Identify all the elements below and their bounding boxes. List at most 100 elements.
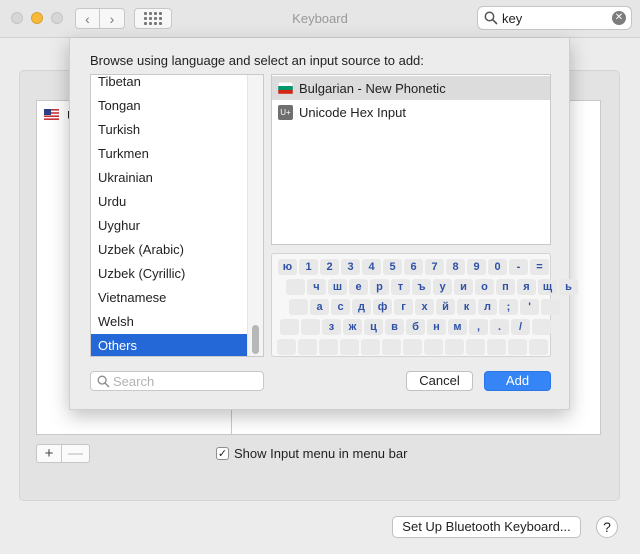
keyboard-key: с [331, 299, 350, 315]
setup-bluetooth-keyboard-button[interactable]: Set Up Bluetooth Keyboard... [392, 516, 581, 538]
keyboard-key: 5 [383, 259, 402, 275]
show-input-menu-checkbox[interactable]: ✓ Show Input menu in menu bar [216, 446, 407, 461]
list-item[interactable]: Welsh [91, 310, 249, 334]
clear-search-icon[interactable]: ✕ [612, 11, 626, 25]
keyboard-key: ъ [412, 279, 431, 295]
keyboard-key: й [436, 299, 455, 315]
checkmark-icon: ✓ [216, 447, 229, 460]
us-flag-icon [44, 109, 59, 120]
keyboard-key [280, 319, 299, 335]
keyboard-key [286, 279, 305, 295]
keyboard-key: л [478, 299, 497, 315]
keyboard-key: г [394, 299, 413, 315]
keyboard-key: щ [538, 279, 557, 295]
keyboard-key: ю [278, 259, 297, 275]
keyboard-key [445, 339, 464, 355]
cancel-button[interactable]: Cancel [406, 371, 473, 391]
preferences-search-field[interactable]: key ✕ [477, 6, 632, 30]
list-item[interactable]: Bulgarian - New Phonetic [272, 76, 550, 100]
help-button[interactable]: ? [596, 516, 618, 538]
keyboard-key [532, 319, 551, 335]
keyboard-key [289, 299, 308, 315]
keyboard-key: ф [373, 299, 392, 315]
keyboard-key: ц [364, 319, 383, 335]
keyboard-key [508, 339, 527, 355]
keyboard-key: 7 [425, 259, 444, 275]
language-search-input[interactable] [113, 373, 258, 389]
language-search-field[interactable] [90, 371, 264, 391]
keyboard-key: и [454, 279, 473, 295]
keyboard-key: 8 [446, 259, 465, 275]
keyboard-key: / [511, 319, 530, 335]
keyboard-key: 0 [488, 259, 507, 275]
keyboard-key: з [322, 319, 341, 335]
keyboard-layout-preview: ю 1 2 3 4 5 6 7 8 9 0- = ч ш е р т ъ у и о п я щ ь а с д ф г х й к л; ' з ж ц… [271, 253, 578, 357]
keyboard-key: 2 [320, 259, 339, 275]
list-item[interactable]: U+ Unicode Hex Input [272, 100, 550, 124]
keyboard-key: х [415, 299, 434, 315]
keyboard-key: ь [559, 279, 578, 295]
keyboard-key [382, 339, 401, 355]
keyboard-key: я [517, 279, 536, 295]
bulgaria-flag-icon [278, 82, 293, 94]
keyboard-key: 1 [299, 259, 318, 275]
input-source-label: Bulgarian - New Phonetic [299, 81, 446, 96]
keyboard-key: т [391, 279, 410, 295]
list-item[interactable]: Vietnamese [91, 286, 249, 310]
keyboard-key: 3 [341, 259, 360, 275]
list-item[interactable]: Tibetan [91, 75, 249, 94]
list-item[interactable]: Uzbek (Arabic) [91, 238, 249, 262]
keyboard-key: . [490, 319, 509, 335]
keyboard-key: к [457, 299, 476, 315]
add-input-source-sheet: Browse using language and select an inpu… [69, 38, 578, 410]
language-list-scrollbar[interactable] [247, 75, 263, 356]
keyboard-key: ' [520, 299, 539, 315]
language-list[interactable]: Tibetan Tongan Turkish Turkmen Ukrainian Urdu… [90, 74, 264, 357]
keyboard-key: = [530, 259, 549, 275]
show-input-menu-label: Show Input menu in menu bar [234, 446, 408, 461]
keyboard-key: - [509, 259, 528, 275]
keyboard-key: 6 [404, 259, 423, 275]
keyboard-key: 9 [467, 259, 486, 275]
keyboard-key: ж [343, 319, 362, 335]
keyboard-key: ш [328, 279, 347, 295]
search-value: key [502, 11, 523, 26]
keyboard-key: п [496, 279, 515, 295]
scrollbar-thumb[interactable] [252, 325, 259, 354]
list-item[interactable]: Ukrainian [91, 166, 249, 190]
keyboard-key: р [370, 279, 389, 295]
keyboard-key [340, 339, 359, 355]
add-input-source-button[interactable]: + [36, 444, 62, 463]
keyboard-key: е [349, 279, 368, 295]
keyboard-key [424, 339, 443, 355]
keyboard-key [298, 339, 317, 355]
keyboard-key [487, 339, 506, 355]
list-item[interactable]: Uyghur [91, 214, 249, 238]
list-item[interactable]: Urdu [91, 190, 249, 214]
keyboard-key: м [448, 319, 467, 335]
keyboard-key: а [310, 299, 329, 315]
list-item[interactable]: Tongan [91, 94, 249, 118]
add-button[interactable]: Add [484, 371, 551, 391]
keyboard-key [466, 339, 485, 355]
keyboard-row: чшертъуиопящь [286, 279, 580, 295]
list-item[interactable]: Others [91, 334, 249, 356]
input-source-label: Unicode Hex Input [299, 105, 406, 120]
keyboard-row [277, 339, 550, 355]
keyboard-key: о [475, 279, 494, 295]
title-bar: ‹ › Keyboard key ✕ [0, 0, 640, 38]
keyboard-row: з ж ц в б н м,. / [280, 319, 553, 335]
keyboard-key: в [385, 319, 404, 335]
list-item[interactable]: Turkish [91, 118, 249, 142]
search-icon [484, 11, 498, 25]
keyboard-key: ч [307, 279, 326, 295]
keyboard-key [319, 339, 338, 355]
keyboard-key [277, 339, 296, 355]
keyboard-key: у [433, 279, 452, 295]
list-item[interactable]: Uzbek (Cyrillic) [91, 262, 249, 286]
remove-input-source-button[interactable]: — [62, 444, 90, 463]
keyboard-key: д [352, 299, 371, 315]
keyboard-key [529, 339, 548, 355]
list-item[interactable]: Turkmen [91, 142, 249, 166]
input-source-options-list[interactable]: Bulgarian - New Phonetic U+ Unicode Hex … [271, 74, 551, 245]
